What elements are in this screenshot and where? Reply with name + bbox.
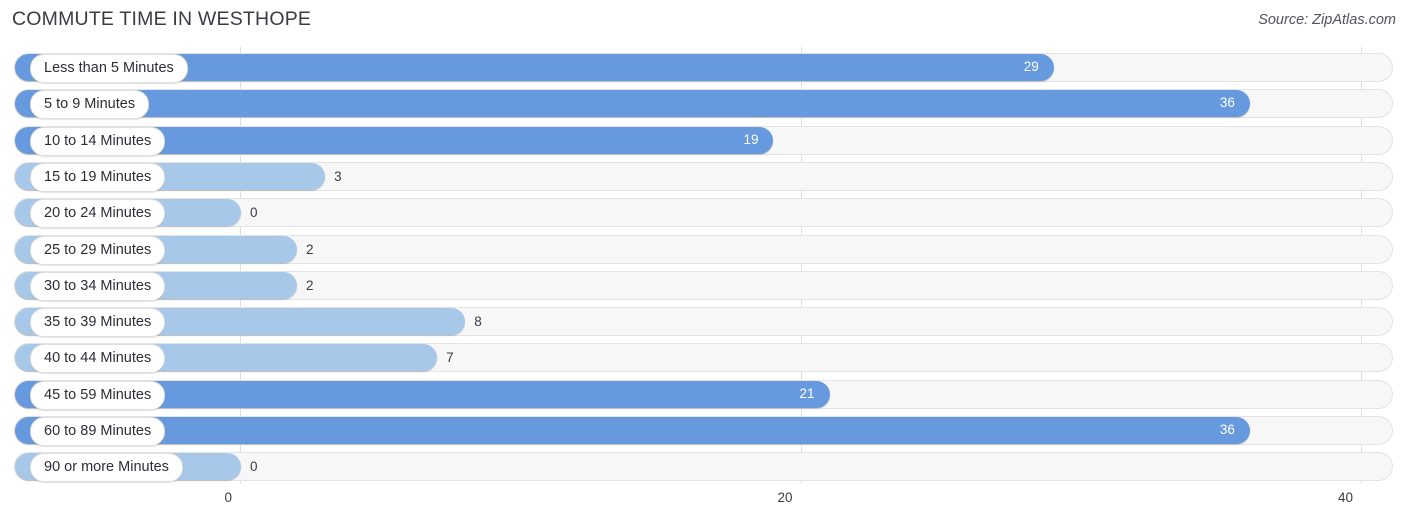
bar-value-label: 36	[1219, 95, 1235, 111]
bar-category-label: 90 or more Minutes	[30, 453, 183, 483]
x-axis-tick-label: 20	[777, 490, 793, 505]
chart-header: COMMUTE TIME IN WESTHOPE Source: ZipAtla…	[0, 0, 1406, 44]
bar-value-label: 2	[306, 241, 314, 257]
bar-category-label: 20 to 24 Minutes	[30, 199, 166, 229]
bar-value-label: 8	[474, 314, 482, 330]
bar-category-label: 25 to 29 Minutes	[30, 235, 166, 265]
bar-row[interactable]: 30 to 34 Minutes 2	[14, 270, 1393, 301]
bar-row[interactable]: 60 to 89 Minutes 36	[14, 416, 1393, 446]
bar-value-label: 36	[1219, 422, 1235, 437]
bar-value-label: 2	[306, 277, 314, 293]
page-title: COMMUTE TIME IN WESTHOPE	[12, 8, 312, 30]
bar-row[interactable]: 5 to 9 Minutes 36	[14, 89, 1393, 120]
bar-row[interactable]: 10 to 14 Minutes 19	[14, 125, 1393, 156]
bar-row[interactable]: 20 to 24 Minutes 0	[14, 198, 1393, 229]
source-attribution: Source: ZipAtlas.com	[1258, 12, 1396, 28]
bar-category-label: 40 to 44 Minutes	[30, 344, 166, 374]
bar-value-label: 7	[446, 350, 454, 366]
bar-row[interactable]: 15 to 19 Minutes 3	[14, 161, 1393, 192]
bar-value-label: 19	[743, 131, 759, 147]
bar-row[interactable]: 90 or more Minutes 0	[14, 452, 1393, 483]
chart-plot-area: Less than 5 Minutes 29 5 to 9 Minutes 36 10 …	[0, 44, 1406, 484]
bar-value-label: 29	[1023, 59, 1039, 74]
bar-category-label: 15 to 19 Minutes	[30, 162, 166, 192]
x-axis-tick-label: 0	[224, 490, 232, 505]
bar-value-label: 0	[250, 459, 258, 475]
bar-row[interactable]: 40 to 44 Minutes 7	[14, 343, 1393, 374]
bar-row[interactable]: 35 to 39 Minutes 8	[14, 307, 1393, 338]
bar-category-label: 30 to 34 Minutes	[30, 271, 166, 301]
bar-value-label: 0	[250, 205, 258, 221]
bar-row[interactable]: Less than 5 Minutes 29	[14, 53, 1393, 83]
bar-value-label: 3	[334, 168, 342, 184]
x-axis: 0 20 40	[0, 484, 1406, 522]
bar-row[interactable]: 45 to 59 Minutes 21	[14, 379, 1393, 410]
bar-row[interactable]: 25 to 29 Minutes 2	[14, 234, 1393, 265]
bar-value-label: 21	[799, 385, 815, 401]
bar-category-label: 35 to 39 Minutes	[30, 308, 166, 338]
x-axis-tick-label: 40	[1337, 490, 1353, 505]
